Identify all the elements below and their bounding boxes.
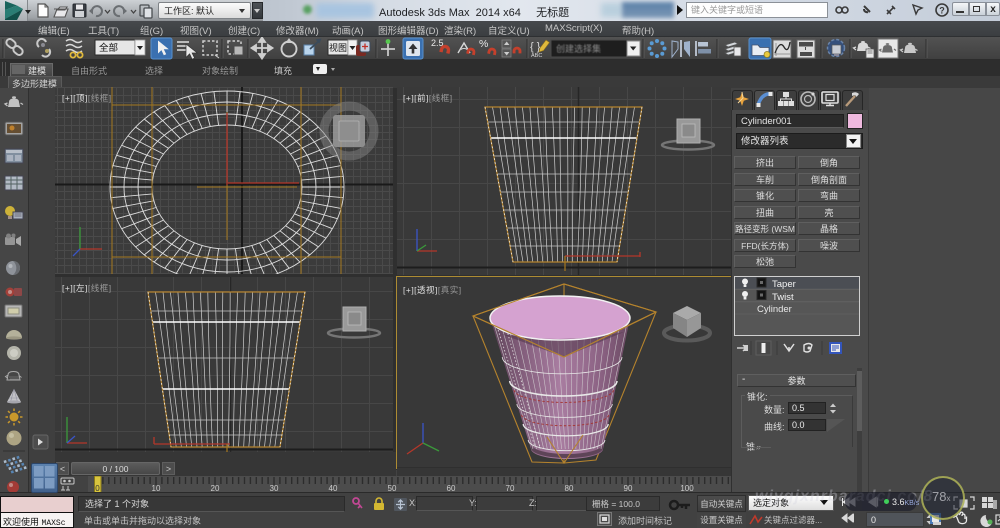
svg-text:?: ? [939,6,945,16]
svg-text:创建选择集: 创建选择集 [556,43,601,54]
svg-text:视图: 视图 [329,42,347,53]
svg-text:ABC: ABC [531,53,542,59]
svg-text:%: % [479,38,488,50]
svg-text:全部: 全部 [99,42,118,54]
